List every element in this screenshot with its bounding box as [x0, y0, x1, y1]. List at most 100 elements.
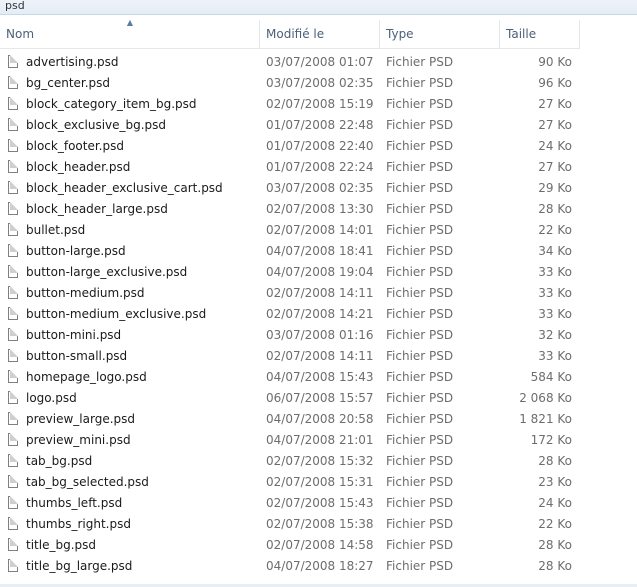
- file-icon: [8, 139, 18, 152]
- file-row[interactable]: logo.psd 06/07/2008 15:57 Fichier PSD 2 068…: [0, 388, 580, 409]
- file-row[interactable]: button-small.psd 02/07/2008 14:11 Fichier …: [0, 346, 580, 367]
- file-row[interactable]: thumbs_right.psd 02/07/2008 15:38 Fichier …: [0, 514, 580, 535]
- file-date: 03/07/2008 02:35: [266, 76, 374, 90]
- file-row[interactable]: tab_bg_selected.psd 02/07/2008 15:31 Fichi…: [0, 472, 580, 493]
- file-type: Fichier PSD: [386, 76, 454, 90]
- file-row[interactable]: bg_center.psd 03/07/2008 02:35 Fichier PSD…: [0, 73, 580, 94]
- file-name: bullet.psd: [26, 223, 86, 237]
- file-date: 01/07/2008 22:40: [266, 139, 374, 153]
- file-size: 22 Ko: [538, 517, 572, 531]
- file-row[interactable]: preview_large.psd 04/07/2008 20:58 Fichier…: [0, 409, 580, 430]
- file-icon: [8, 97, 18, 110]
- file-icon: [8, 307, 18, 320]
- file-size: 24 Ko: [538, 139, 572, 153]
- file-icon: [8, 223, 18, 236]
- explorer-window: psd Nom ▲ Modifié le Type Taille adverti…: [0, 0, 637, 587]
- file-size: 28 Ko: [538, 202, 572, 216]
- file-row[interactable]: block_category_item_bg.psd 02/07/2008 15:…: [0, 94, 580, 115]
- column-header-type-label: Type: [386, 27, 414, 41]
- file-date: 02/07/2008 15:32: [266, 454, 374, 468]
- file-row[interactable]: button-medium_exclusive.psd 02/07/2008 14…: [0, 304, 580, 325]
- file-row[interactable]: block_footer.psd 01/07/2008 22:40 Fichier …: [0, 136, 580, 157]
- file-icon: [8, 517, 18, 530]
- column-header-modified[interactable]: Modifié le: [260, 20, 380, 48]
- file-name: thumbs_left.psd: [26, 496, 123, 510]
- file-type: Fichier PSD: [386, 160, 454, 174]
- file-icon: [8, 202, 18, 215]
- file-type: Fichier PSD: [386, 202, 454, 216]
- column-header-type[interactable]: Type: [380, 20, 500, 48]
- file-row[interactable]: tab_bg.psd 02/07/2008 15:32 Fichier PSD 28 …: [0, 451, 580, 472]
- file-name: tab_bg_selected.psd: [26, 475, 149, 489]
- file-icon: [8, 55, 18, 68]
- file-row[interactable]: title_bg_large.psd 04/07/2008 18:27 Fichie…: [0, 556, 580, 577]
- file-name: bg_center.psd: [26, 76, 111, 90]
- file-row[interactable]: block_header_exclusive_cart.psd 03/07/200…: [0, 178, 580, 199]
- file-row[interactable]: button-medium.psd 02/07/2008 14:11 Fichier…: [0, 283, 580, 304]
- file-size: 28 Ko: [538, 559, 572, 573]
- file-size: 24 Ko: [538, 496, 572, 510]
- file-icon: [8, 412, 18, 425]
- file-date: 02/07/2008 13:30: [266, 202, 374, 216]
- file-date: 04/07/2008 18:27: [266, 559, 374, 573]
- column-header-name-label: Nom: [6, 27, 35, 41]
- sort-ascending-icon: ▲: [126, 18, 134, 27]
- file-name: button-medium_exclusive.psd: [26, 307, 207, 321]
- file-type: Fichier PSD: [386, 55, 454, 69]
- file-row[interactable]: button-mini.psd 03/07/2008 01:16 Fichier P…: [0, 325, 580, 346]
- file-size: 32 Ko: [538, 328, 572, 342]
- file-icon: [8, 118, 18, 131]
- file-row[interactable]: block_exclusive_bg.psd 01/07/2008 22:48 Fi…: [0, 115, 580, 136]
- file-date: 03/07/2008 01:07: [266, 55, 374, 69]
- file-date: 04/07/2008 15:43: [266, 370, 374, 384]
- file-row[interactable]: preview_mini.psd 04/07/2008 21:01 Fichier …: [0, 430, 580, 451]
- file-row[interactable]: block_header_large.psd 02/07/2008 13:30 Fi…: [0, 199, 580, 220]
- file-icon: [8, 370, 18, 383]
- file-name: block_category_item_bg.psd: [26, 97, 197, 111]
- file-size: 33 Ko: [538, 307, 572, 321]
- file-size: 27 Ko: [538, 118, 572, 132]
- file-row[interactable]: bullet.psd 02/07/2008 14:01 Fichier PSD 22 …: [0, 220, 580, 241]
- file-name: block_exclusive_bg.psd: [26, 118, 167, 132]
- file-date: 02/07/2008 14:11: [266, 349, 374, 363]
- file-name: block_header_exclusive_cart.psd: [26, 181, 223, 195]
- file-name: button-large.psd: [26, 244, 126, 258]
- file-size: 28 Ko: [538, 538, 572, 552]
- file-size: 29 Ko: [538, 181, 572, 195]
- folder-title: psd: [5, 0, 25, 12]
- file-date: 03/07/2008 02:35: [266, 181, 374, 195]
- file-size: 33 Ko: [538, 286, 572, 300]
- file-date: 04/07/2008 20:58: [266, 412, 374, 426]
- column-header-name[interactable]: Nom ▲: [0, 18, 260, 48]
- file-size: 1 821 Ko: [519, 412, 572, 426]
- file-date: 02/07/2008 15:43: [266, 496, 374, 510]
- file-size: 22 Ko: [538, 223, 572, 237]
- file-row[interactable]: button-large_exclusive.psd 04/07/2008 19:…: [0, 262, 580, 283]
- file-name: preview_mini.psd: [26, 433, 131, 447]
- file-name: homepage_logo.psd: [26, 370, 147, 384]
- column-header-size[interactable]: Taille: [500, 20, 580, 48]
- file-row[interactable]: advertising.psd 03/07/2008 01:07 Fichier P…: [0, 52, 580, 73]
- file-size: 27 Ko: [538, 97, 572, 111]
- file-row[interactable]: block_header.psd 01/07/2008 22:24 Fichier …: [0, 157, 580, 178]
- file-row[interactable]: thumbs_left.psd 02/07/2008 15:43 Fichier P…: [0, 493, 580, 514]
- file-size: 172 Ko: [530, 433, 572, 447]
- file-name: button-small.psd: [26, 349, 128, 363]
- file-type: Fichier PSD: [386, 244, 454, 258]
- file-icon: [8, 391, 18, 404]
- file-row[interactable]: title_bg.psd 02/07/2008 14:58 Fichier PSD 2…: [0, 535, 580, 556]
- file-name: block_footer.psd: [26, 139, 124, 153]
- file-date: 02/07/2008 14:21: [266, 307, 374, 321]
- file-type: Fichier PSD: [386, 286, 454, 300]
- file-type: Fichier PSD: [386, 139, 454, 153]
- column-header-size-label: Taille: [506, 27, 537, 41]
- address-bar[interactable]: psd: [0, 0, 637, 15]
- file-name: advertising.psd: [26, 55, 119, 69]
- file-type: Fichier PSD: [386, 307, 454, 321]
- file-name: logo.psd: [26, 391, 77, 405]
- file-size: 27 Ko: [538, 160, 572, 174]
- file-size: 23 Ko: [538, 475, 572, 489]
- file-row[interactable]: button-large.psd 04/07/2008 18:41 Fichier …: [0, 241, 580, 262]
- file-row[interactable]: homepage_logo.psd 04/07/2008 15:43 Fichier…: [0, 367, 580, 388]
- file-date: 02/07/2008 15:38: [266, 517, 374, 531]
